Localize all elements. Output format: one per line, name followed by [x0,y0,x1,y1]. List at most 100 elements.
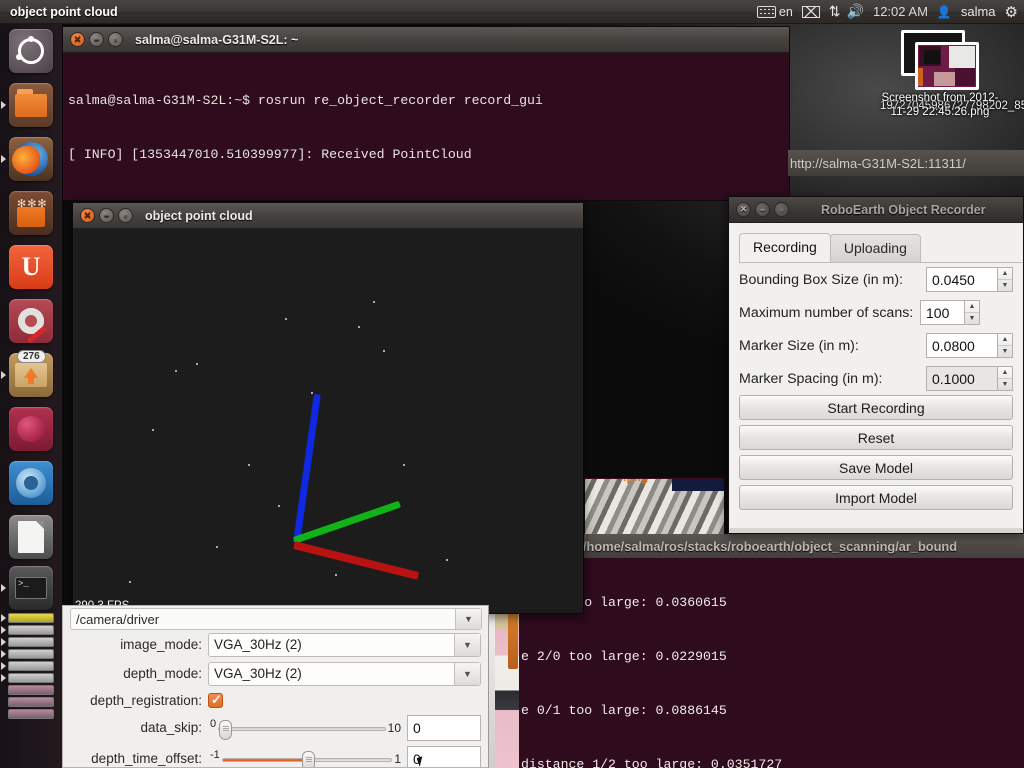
marker-size-steppers[interactable]: ▲ ▼ [998,333,1013,358]
unity-launcher[interactable]: ✻✻✻ U 276 >_ [0,24,62,768]
depth-registration-checkbox[interactable] [208,692,223,708]
roboearth-tabbar[interactable]: Recording Uploading [739,233,1023,262]
sidebar-item-system-settings[interactable] [0,294,62,348]
window-stack-item[interactable] [0,648,62,660]
stepper-down-icon[interactable]: ▼ [998,379,1012,390]
roboearth-object-recorder-window[interactable]: ✕ − ▫ RoboEarth Object Recorder Recordin… [728,196,1024,534]
window-stack-item[interactable] [0,684,62,696]
desktop-icon-screenshot[interactable]: 19727045986727798202_8537083.jpg Screens… [880,30,1024,118]
stepper-up-icon[interactable]: ▲ [998,334,1012,346]
maximize-icon[interactable]: ▫ [118,208,133,223]
import-model-button[interactable]: Import Model [739,485,1013,510]
terminal-line: distance 1/2 too large: 0.0351727 [521,757,783,768]
start-recording-button[interactable]: Start Recording [739,395,1013,420]
marker-spacing-steppers[interactable]: ▲ ▼ [998,366,1013,391]
stepper-down-icon[interactable]: ▼ [998,280,1012,291]
unity-top-panel[interactable]: object point cloud en ⇅ 🔊 12:02 AM 👤 sal… [0,0,1024,24]
point-cloud-point [358,326,360,328]
window-buttons[interactable]: ✕ − ▫ [70,32,123,47]
save-model-button[interactable]: Save Model [739,455,1013,480]
sidebar-item-firefox[interactable] [0,132,62,186]
volume-icon[interactable]: 🔊 [847,3,864,20]
image-mode-combo[interactable]: VGA_30Hz (2) ▼ [208,632,481,657]
window-stack-item[interactable] [0,660,62,672]
minimize-icon[interactable]: − [89,32,104,47]
point-cloud-viewport[interactable]: 290.3 FPS [73,229,583,613]
sidebar-item-ubuntu-one[interactable]: U [0,240,62,294]
window-buttons[interactable]: ✕ − ▫ [736,202,789,217]
terminal-window-main[interactable]: ✕ − ▫ salma@salma-G31M-S2L: ~ salma@salm… [62,26,790,201]
bounding-box-size-value[interactable]: 0.0450 [926,267,998,292]
depth-mode-combo[interactable]: VGA_30Hz (2) ▼ [208,661,481,686]
marker-size-spinbox[interactable]: 0.0800 ▲ ▼ [926,333,1013,358]
depth-time-offset-slider-handle[interactable] [301,750,315,767]
image-viewer-photo[interactable]: .png [585,478,724,540]
sidebar-item-files[interactable] [0,78,62,132]
stepper-up-icon[interactable]: ▲ [998,268,1012,280]
data-skip-slider[interactable] [218,719,386,740]
roboearth-titlebar[interactable]: ✕ − ▫ RoboEarth Object Recorder [729,197,1023,223]
sidebar-item-terminal[interactable]: >_ [0,564,62,612]
gear-icon[interactable]: ⚙ [1005,3,1018,21]
maximum-number-of-scans-steppers[interactable]: ▲ ▼ [965,300,980,325]
minimize-icon[interactable]: − [755,202,770,217]
dynamic-reconfigure-panel[interactable]: /camera/driver ▼ image_mode: VGA_30Hz (2… [62,605,489,768]
window-stack-item[interactable] [0,624,62,636]
marker-spacing-spinbox[interactable]: 0.1000 ▲ ▼ [926,366,1013,391]
sidebar-item-software-center[interactable]: ✻✻✻ [0,186,62,240]
maximize-icon[interactable]: ▫ [108,32,123,47]
stepper-up-icon[interactable]: ▲ [998,367,1012,379]
clock-label[interactable]: 12:02 AM [873,4,928,19]
stepper-up-icon[interactable]: ▲ [965,301,979,313]
window-stack-item[interactable] [0,708,62,720]
data-skip-slider-handle[interactable] [219,719,233,740]
terminal-output-main[interactable]: salma@salma-G31M-S2L:~$ rosrun re_object… [63,53,789,200]
window-stack-item[interactable] [0,612,62,624]
close-icon[interactable]: ✕ [736,202,751,217]
marker-spacing-value[interactable]: 0.1000 [926,366,998,391]
terminal-titlebar[interactable]: ✕ − ▫ salma@salma-G31M-S2L: ~ [63,27,789,53]
window-stack-item[interactable] [0,672,62,684]
stepper-down-icon[interactable]: ▼ [998,346,1012,357]
point-cloud-titlebar[interactable]: ✕ − ▫ object point cloud [73,203,583,229]
maximize-icon[interactable]: ▫ [774,202,789,217]
point-cloud-window[interactable]: ✕ − ▫ object point cloud 290.3 FPS [72,202,584,614]
terminal-window-distances[interactable]: /home/salma/ros/stacks/roboearth/object_… [519,534,1024,768]
envelope-icon[interactable] [801,5,820,18]
maximum-number-of-scans-spinbox[interactable]: 100 ▲ ▼ [920,300,980,325]
close-icon[interactable]: ✕ [70,32,85,47]
maximum-number-of-scans-value[interactable]: 100 [920,300,965,325]
bounding-box-size-spinbox[interactable]: 0.0450 ▲ ▼ [926,267,1013,292]
tab-recording[interactable]: Recording [739,233,831,262]
data-skip-input[interactable]: 0 [407,714,481,741]
close-icon[interactable]: ✕ [80,208,95,223]
node-selector-combo[interactable]: /camera/driver ▼ [70,608,482,630]
stepper-down-icon[interactable]: ▼ [965,313,979,324]
marker-size-value[interactable]: 0.0800 [926,333,998,358]
chevron-down-icon[interactable]: ▼ [455,609,481,629]
username-label[interactable]: salma [961,4,996,19]
window-stack-item[interactable] [0,636,62,648]
tab-uploading[interactable]: Uploading [829,234,921,262]
sidebar-item-ubuntu-dash[interactable] [0,24,62,78]
keyboard-indicator[interactable]: en [756,5,793,19]
window-stack-item[interactable] [0,696,62,708]
reset-button[interactable]: Reset [739,425,1013,450]
window-buttons[interactable]: ✕ − ▫ [80,208,133,223]
sidebar-item-chromium[interactable] [0,456,62,510]
bounding-box-size-steppers[interactable]: ▲ ▼ [998,267,1013,292]
image-viewer-photo-secondary[interactable] [489,607,519,768]
depth-time-offset-slider[interactable] [221,750,393,767]
browser-url-bar[interactable]: http://salma-G31M-S2L:11311/ [788,150,1024,176]
network-arrows-icon[interactable]: ⇅ [829,3,841,20]
photo-sky-region [672,479,724,491]
chevron-down-icon[interactable]: ▼ [454,633,480,656]
sidebar-item-update-manager[interactable]: 276 [0,348,62,402]
sidebar-item-libreoffice-writer[interactable] [0,510,62,564]
terminal-distances-titlebar[interactable]: /home/salma/ros/stacks/roboearth/object_… [519,534,1024,558]
minimize-icon[interactable]: − [99,208,114,223]
indicator-area[interactable]: en ⇅ 🔊 12:02 AM 👤 salma ⚙ [756,3,1024,21]
sidebar-item-amarok[interactable] [0,402,62,456]
chevron-down-icon[interactable]: ▼ [454,662,480,685]
terminal-output-distances[interactable]: e 1/2 too large: 0.0360615 e 2/0 too lar… [519,558,1024,768]
